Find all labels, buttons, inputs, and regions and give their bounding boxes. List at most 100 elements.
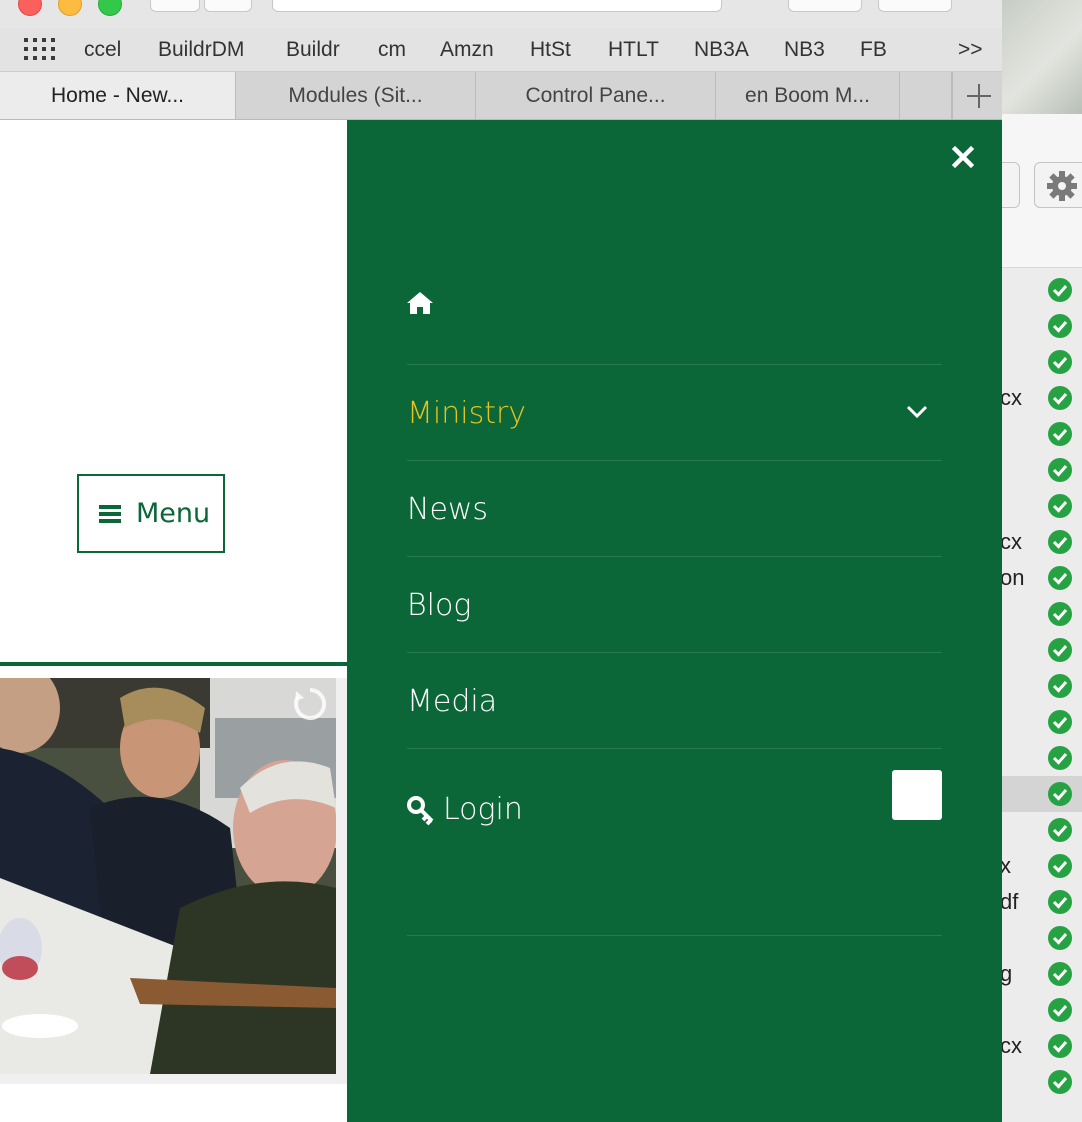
nav-divider xyxy=(407,364,942,365)
photo-border xyxy=(336,678,347,1084)
file-row[interactable] xyxy=(1002,452,1082,488)
sync-check-icon xyxy=(1048,314,1072,338)
sync-check-icon xyxy=(1048,746,1072,770)
menu-button-label: Menu xyxy=(136,498,211,529)
sync-check-icon xyxy=(1048,422,1072,446)
nav-item-ministry[interactable]: Ministry xyxy=(407,384,942,444)
file-row[interactable] xyxy=(1002,1064,1082,1100)
nav-divider xyxy=(407,460,942,461)
file-window-toolbar xyxy=(1002,114,1082,268)
bookmarks-overflow-button[interactable]: >> xyxy=(958,37,983,63)
sync-check-icon xyxy=(1048,998,1072,1022)
plus-icon xyxy=(967,84,991,108)
file-row[interactable] xyxy=(1002,668,1082,704)
sync-check-icon xyxy=(1048,566,1072,590)
file-row[interactable]: cx xyxy=(1002,380,1082,416)
file-row[interactable]: df xyxy=(1002,884,1082,920)
file-row[interactable] xyxy=(1002,416,1082,452)
tab-pinned[interactable] xyxy=(900,72,952,119)
slideshow-photo xyxy=(0,678,336,1074)
tabs-overview-button[interactable] xyxy=(878,0,952,12)
tab-ten-boom[interactable]: en Boom M... xyxy=(716,72,900,119)
tab-home[interactable]: Home - New... xyxy=(0,72,236,119)
sync-check-icon xyxy=(1048,530,1072,554)
sync-check-icon xyxy=(1048,674,1072,698)
file-row[interactable] xyxy=(1002,596,1082,632)
file-row[interactable] xyxy=(1002,308,1082,344)
sync-check-icon xyxy=(1048,602,1072,626)
file-row[interactable] xyxy=(1002,488,1082,524)
sync-check-icon xyxy=(1048,638,1072,662)
file-row[interactable] xyxy=(1002,812,1082,848)
file-row[interactable] xyxy=(1002,632,1082,668)
file-row[interactable] xyxy=(1002,776,1082,812)
bookmark-htst[interactable]: HtSt xyxy=(530,37,571,63)
bookmark-fb[interactable]: FB xyxy=(860,37,887,63)
window-close-button[interactable] xyxy=(18,0,42,16)
chevron-down-icon xyxy=(1002,163,1021,209)
new-tab-button[interactable] xyxy=(952,72,1002,119)
people-photo xyxy=(0,678,336,1074)
nav-item-label: Ministry xyxy=(407,396,527,431)
bookmark-buildrdm[interactable]: BuildrDM xyxy=(158,37,244,63)
slideshow-pause-icon[interactable] xyxy=(292,686,328,722)
action-gear-button[interactable] xyxy=(1034,162,1082,208)
file-row[interactable] xyxy=(1002,992,1082,1028)
menu-toggle-button[interactable]: Menu xyxy=(77,474,225,553)
bookmark-cm[interactable]: cm xyxy=(378,37,406,63)
file-row[interactable]: on xyxy=(1002,560,1082,596)
sync-check-icon xyxy=(1048,710,1072,734)
file-row[interactable]: x xyxy=(1002,848,1082,884)
bookmark-htlt[interactable]: HTLT xyxy=(608,37,659,63)
chevron-down-icon xyxy=(906,405,928,419)
file-row[interactable] xyxy=(1002,272,1082,308)
browser-titlebar xyxy=(0,0,1002,28)
bookmark-buildr[interactable]: Buildr xyxy=(286,37,340,63)
home-link[interactable] xyxy=(405,290,435,316)
bookmark-nb3[interactable]: NB3 xyxy=(784,37,825,63)
file-name: df xyxy=(1002,889,1019,914)
file-row[interactable] xyxy=(1002,920,1082,956)
file-row[interactable]: cx xyxy=(1002,1028,1082,1064)
sync-check-icon xyxy=(1048,458,1072,482)
submenu-toggle[interactable] xyxy=(905,400,929,424)
login-link[interactable]: Login xyxy=(407,780,942,840)
photo-border xyxy=(0,1074,347,1084)
sync-check-icon xyxy=(1048,494,1072,518)
window-minimize-button[interactable] xyxy=(58,0,82,16)
nav-divider xyxy=(407,935,942,936)
background-file-window: cx cx on x df g cx xyxy=(1002,0,1082,1122)
address-bar[interactable] xyxy=(272,0,722,12)
search-toggle-box[interactable] xyxy=(892,770,942,820)
file-row[interactable] xyxy=(1002,344,1082,380)
nav-item-media[interactable]: Media xyxy=(407,672,942,732)
file-row[interactable]: cx xyxy=(1002,524,1082,560)
nav-item-label: News xyxy=(407,492,489,527)
bookmark-ccel[interactable]: ccel xyxy=(84,37,121,63)
file-name: on xyxy=(1002,565,1025,590)
view-dropdown[interactable] xyxy=(1002,162,1020,208)
nav-divider xyxy=(407,748,942,749)
back-button[interactable] xyxy=(150,0,200,12)
forward-button[interactable] xyxy=(204,0,252,12)
sync-check-icon xyxy=(1048,854,1072,878)
nav-item-blog[interactable]: Blog xyxy=(407,576,942,636)
file-row[interactable] xyxy=(1002,704,1082,740)
bookmark-amzn[interactable]: Amzn xyxy=(440,37,494,63)
share-button[interactable] xyxy=(788,0,862,12)
bookmark-nb3a[interactable]: NB3A xyxy=(694,37,749,63)
nav-divider xyxy=(407,556,942,557)
hamburger-icon xyxy=(99,505,121,523)
close-menu-button[interactable] xyxy=(950,144,976,170)
key-icon xyxy=(407,796,435,826)
file-row[interactable]: g xyxy=(1002,956,1082,992)
window-zoom-button[interactable] xyxy=(98,0,122,16)
apps-grid-icon[interactable] xyxy=(24,38,55,62)
file-name: cx xyxy=(1002,1033,1022,1058)
sync-check-icon xyxy=(1048,350,1072,374)
tab-modules[interactable]: Modules (Sit... xyxy=(236,72,476,119)
file-name: x xyxy=(1002,853,1011,878)
tab-control-panel[interactable]: Control Pane... xyxy=(476,72,716,119)
file-row[interactable] xyxy=(1002,740,1082,776)
nav-item-news[interactable]: News xyxy=(407,480,942,540)
